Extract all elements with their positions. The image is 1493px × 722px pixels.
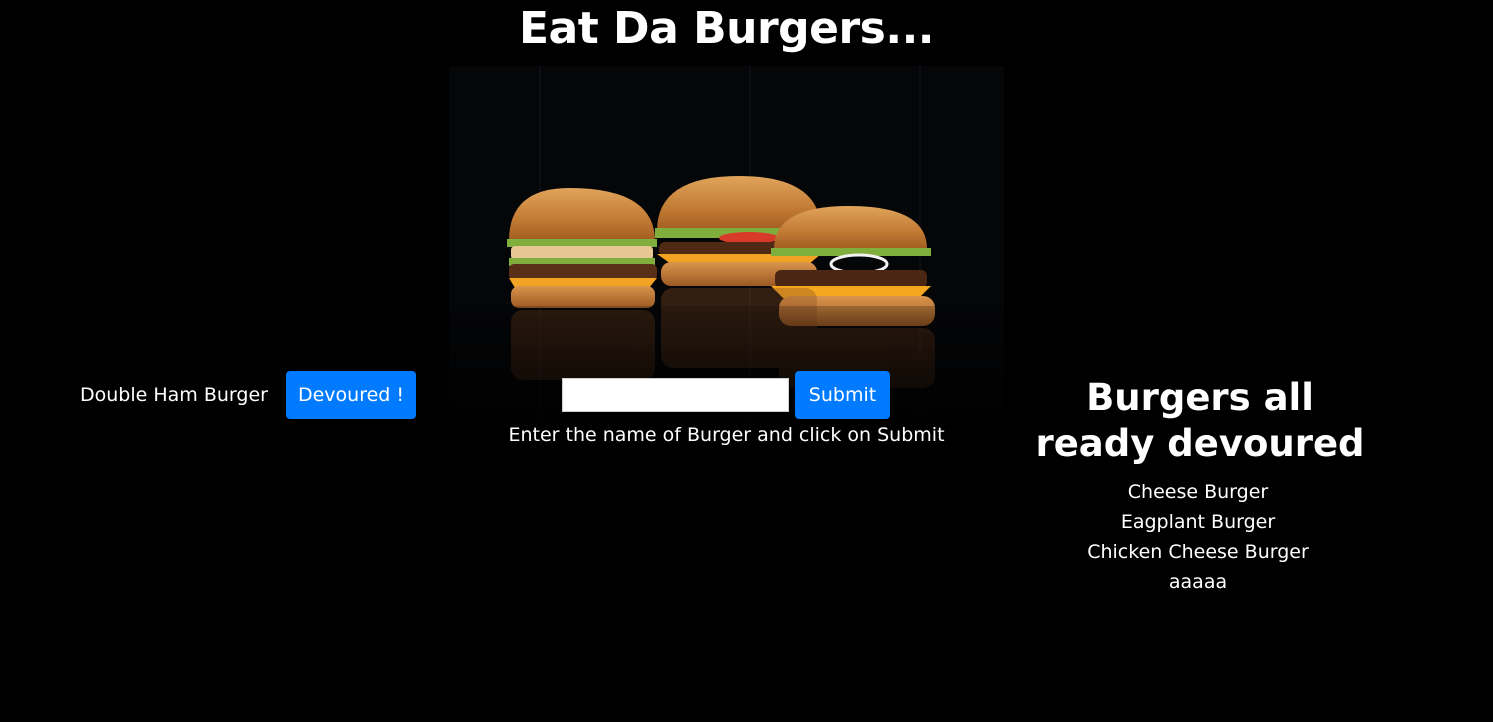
page: Eat Da Burgers... Double Ham Burger Devo… <box>0 0 1493 722</box>
burger-left-icon <box>507 188 657 308</box>
devoured-list-item: Cheese Burger <box>1127 481 1269 503</box>
devoured-list-item: Eagplant Burger <box>1120 511 1276 533</box>
burger-form: Submit <box>562 371 890 419</box>
devour-button[interactable]: Devoured ! <box>286 371 416 419</box>
page-title: Eat Da Burgers... <box>518 3 935 54</box>
devoured-list-item: Chicken Cheese Burger <box>1087 541 1309 563</box>
form-help-text: Enter the name of Burger and click on Su… <box>508 424 945 446</box>
devoured-list: Cheese Burger Eagplant Burger Chicken Ch… <box>1030 477 1370 597</box>
submit-button[interactable]: Submit <box>795 371 890 419</box>
burger-name-input[interactable] <box>562 378 789 412</box>
devoured-list-item: aaaaa <box>1168 571 1228 593</box>
burger-list-item: Double Ham Burger Devoured ! <box>80 371 416 419</box>
burger-name: Double Ham Burger <box>80 384 268 406</box>
devoured-section: Burgers all ready devoured Cheese Burger… <box>1030 375 1370 597</box>
devoured-heading: Burgers all ready devoured <box>1035 376 1365 465</box>
